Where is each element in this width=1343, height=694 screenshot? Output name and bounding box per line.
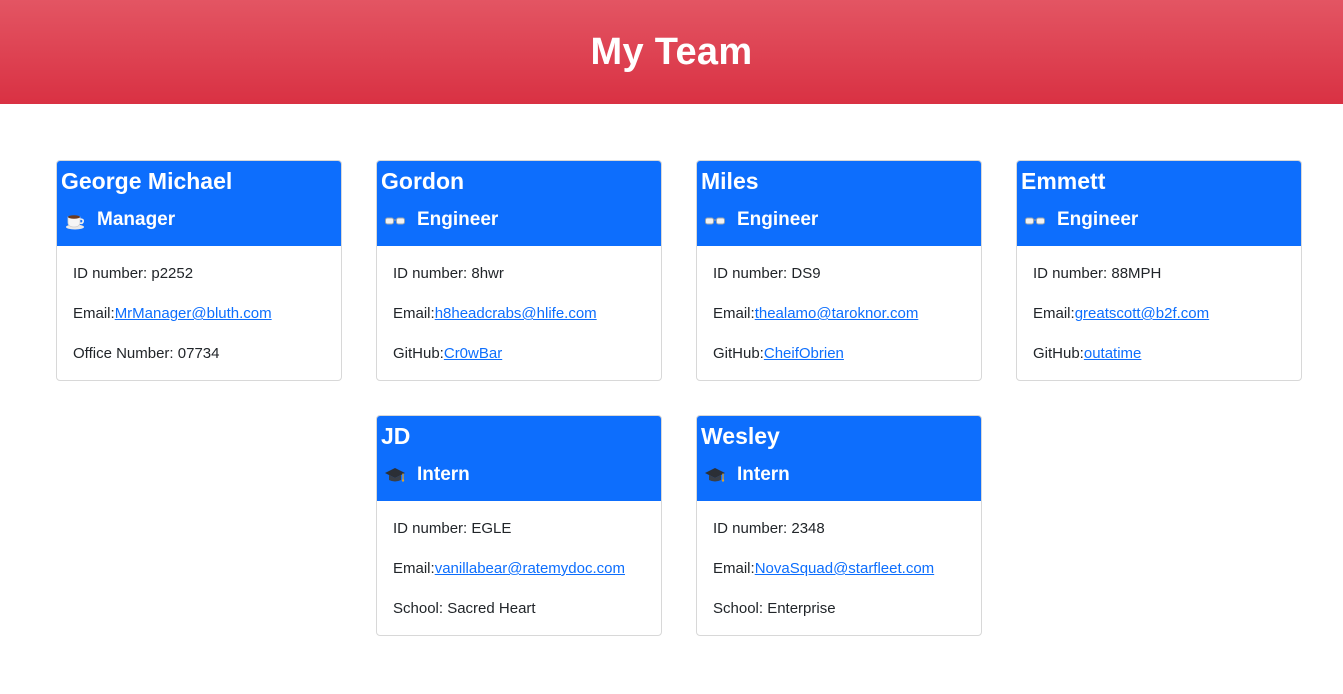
github-row: GitHub:CheifObrien (713, 343, 965, 380)
email-label: Email: (1033, 305, 1075, 322)
employee-card: Gordon Engineer ID number: 8hwr Email:h8… (376, 160, 662, 381)
id-number: ID number: 2348 (713, 520, 825, 537)
id-number: ID number: 8hwr (393, 265, 504, 282)
email-label: Email: (713, 305, 755, 322)
card-body: ID number: EGLE Email:vanillabear@ratemy… (377, 501, 661, 635)
card-body: ID number: 88MPH Email:greatscott@b2f.co… (1017, 246, 1301, 380)
card-header: JD Intern (377, 416, 661, 501)
email-row: Email:greatscott@b2f.com (1033, 303, 1285, 343)
school-row: School: Sacred Heart (393, 600, 536, 617)
card-body: ID number: 2348 Email:NovaSquad@starflee… (697, 501, 981, 635)
email-link[interactable]: NovaSquad@starfleet.com (755, 560, 934, 577)
id-number: ID number: 88MPH (1033, 265, 1162, 282)
role-label: Engineer (737, 209, 819, 230)
role-label: Engineer (417, 209, 499, 230)
employee-role: Engineer (1021, 206, 1297, 234)
id-number: ID number: p2252 (73, 265, 194, 282)
employee-card: Wesley Intern ID number: 2348 Email:Nova… (696, 415, 982, 636)
email-row: Email:thealamo@taroknor.com (713, 303, 965, 343)
employee-name: Gordon (381, 168, 465, 194)
office-number: Office Number: 07734 (73, 345, 220, 362)
card-body: ID number: p2252 Email:MrManager@bluth.c… (57, 246, 341, 380)
page-header: My Team (0, 0, 1343, 104)
github-link[interactable]: Cr0wBar (444, 345, 502, 362)
role-label: Engineer (1057, 209, 1139, 230)
github-link[interactable]: CheifObrien (764, 345, 844, 362)
email-label: Email: (393, 560, 435, 577)
github-label: GitHub: (393, 345, 444, 362)
role-label: Intern (417, 464, 470, 485)
employee-card: Emmett Engineer ID number: 88MPH Email:g… (1016, 160, 1302, 381)
graduation-cap-icon (384, 464, 406, 486)
employee-card: Miles Engineer ID number: DS9 Email:thea… (696, 160, 982, 381)
card-body: ID number: DS9 Email:thealamo@taroknor.c… (697, 246, 981, 380)
id-number: ID number: EGLE (393, 520, 512, 537)
glasses-icon (384, 209, 406, 231)
card-header: Wesley Intern (697, 416, 981, 501)
github-row: GitHub:outatime (1033, 343, 1285, 380)
employee-name: Wesley (701, 423, 780, 449)
role-label: Manager (97, 209, 176, 230)
page-title: My Team (590, 30, 753, 73)
employee-card: George Michael Manager ID number: p2252 … (56, 160, 342, 381)
email-link[interactable]: MrManager@bluth.com (115, 305, 272, 322)
card-header: Miles Engineer (697, 161, 981, 246)
employee-role: Intern (381, 461, 657, 489)
graduation-cap-icon (704, 464, 726, 486)
employee-name: George Michael (61, 168, 233, 194)
email-link[interactable]: thealamo@taroknor.com (755, 305, 919, 322)
email-label: Email: (73, 305, 115, 322)
email-row: Email:MrManager@bluth.com (73, 303, 325, 343)
employee-name: JD (381, 423, 411, 449)
glasses-icon (704, 209, 726, 231)
email-row: Email:NovaSquad@starfleet.com (713, 558, 965, 598)
employee-role: Intern (701, 461, 977, 489)
github-label: GitHub: (1033, 345, 1084, 362)
role-label: Intern (737, 464, 790, 485)
email-label: Email: (393, 305, 435, 322)
card-header: George Michael Manager (57, 161, 341, 246)
email-row: Email:vanillabear@ratemydoc.com (393, 558, 645, 598)
employee-role: Manager (61, 206, 337, 234)
school-row: School: Enterprise (713, 600, 836, 617)
github-link[interactable]: outatime (1084, 345, 1142, 362)
email-label: Email: (713, 560, 755, 577)
email-link[interactable]: h8headcrabs@hlife.com (435, 305, 597, 322)
email-link[interactable]: greatscott@b2f.com (1075, 305, 1209, 322)
github-row: GitHub:Cr0wBar (393, 343, 645, 380)
github-label: GitHub: (713, 345, 764, 362)
employee-role: Engineer (701, 206, 977, 234)
employee-role: Engineer (381, 206, 657, 234)
employee-name: Miles (701, 168, 759, 194)
card-header: Emmett Engineer (1017, 161, 1301, 246)
id-number: ID number: DS9 (713, 265, 821, 282)
card-body: ID number: 8hwr Email:h8headcrabs@hlife.… (377, 246, 661, 380)
email-row: Email:h8headcrabs@hlife.com (393, 303, 645, 343)
email-link[interactable]: vanillabear@ratemydoc.com (435, 560, 625, 577)
coffee-icon (64, 209, 86, 231)
glasses-icon (1024, 209, 1046, 231)
card-header: Gordon Engineer (377, 161, 661, 246)
employee-name: Emmett (1021, 168, 1106, 194)
employee-card: JD Intern ID number: EGLE Email:vanillab… (376, 415, 662, 636)
